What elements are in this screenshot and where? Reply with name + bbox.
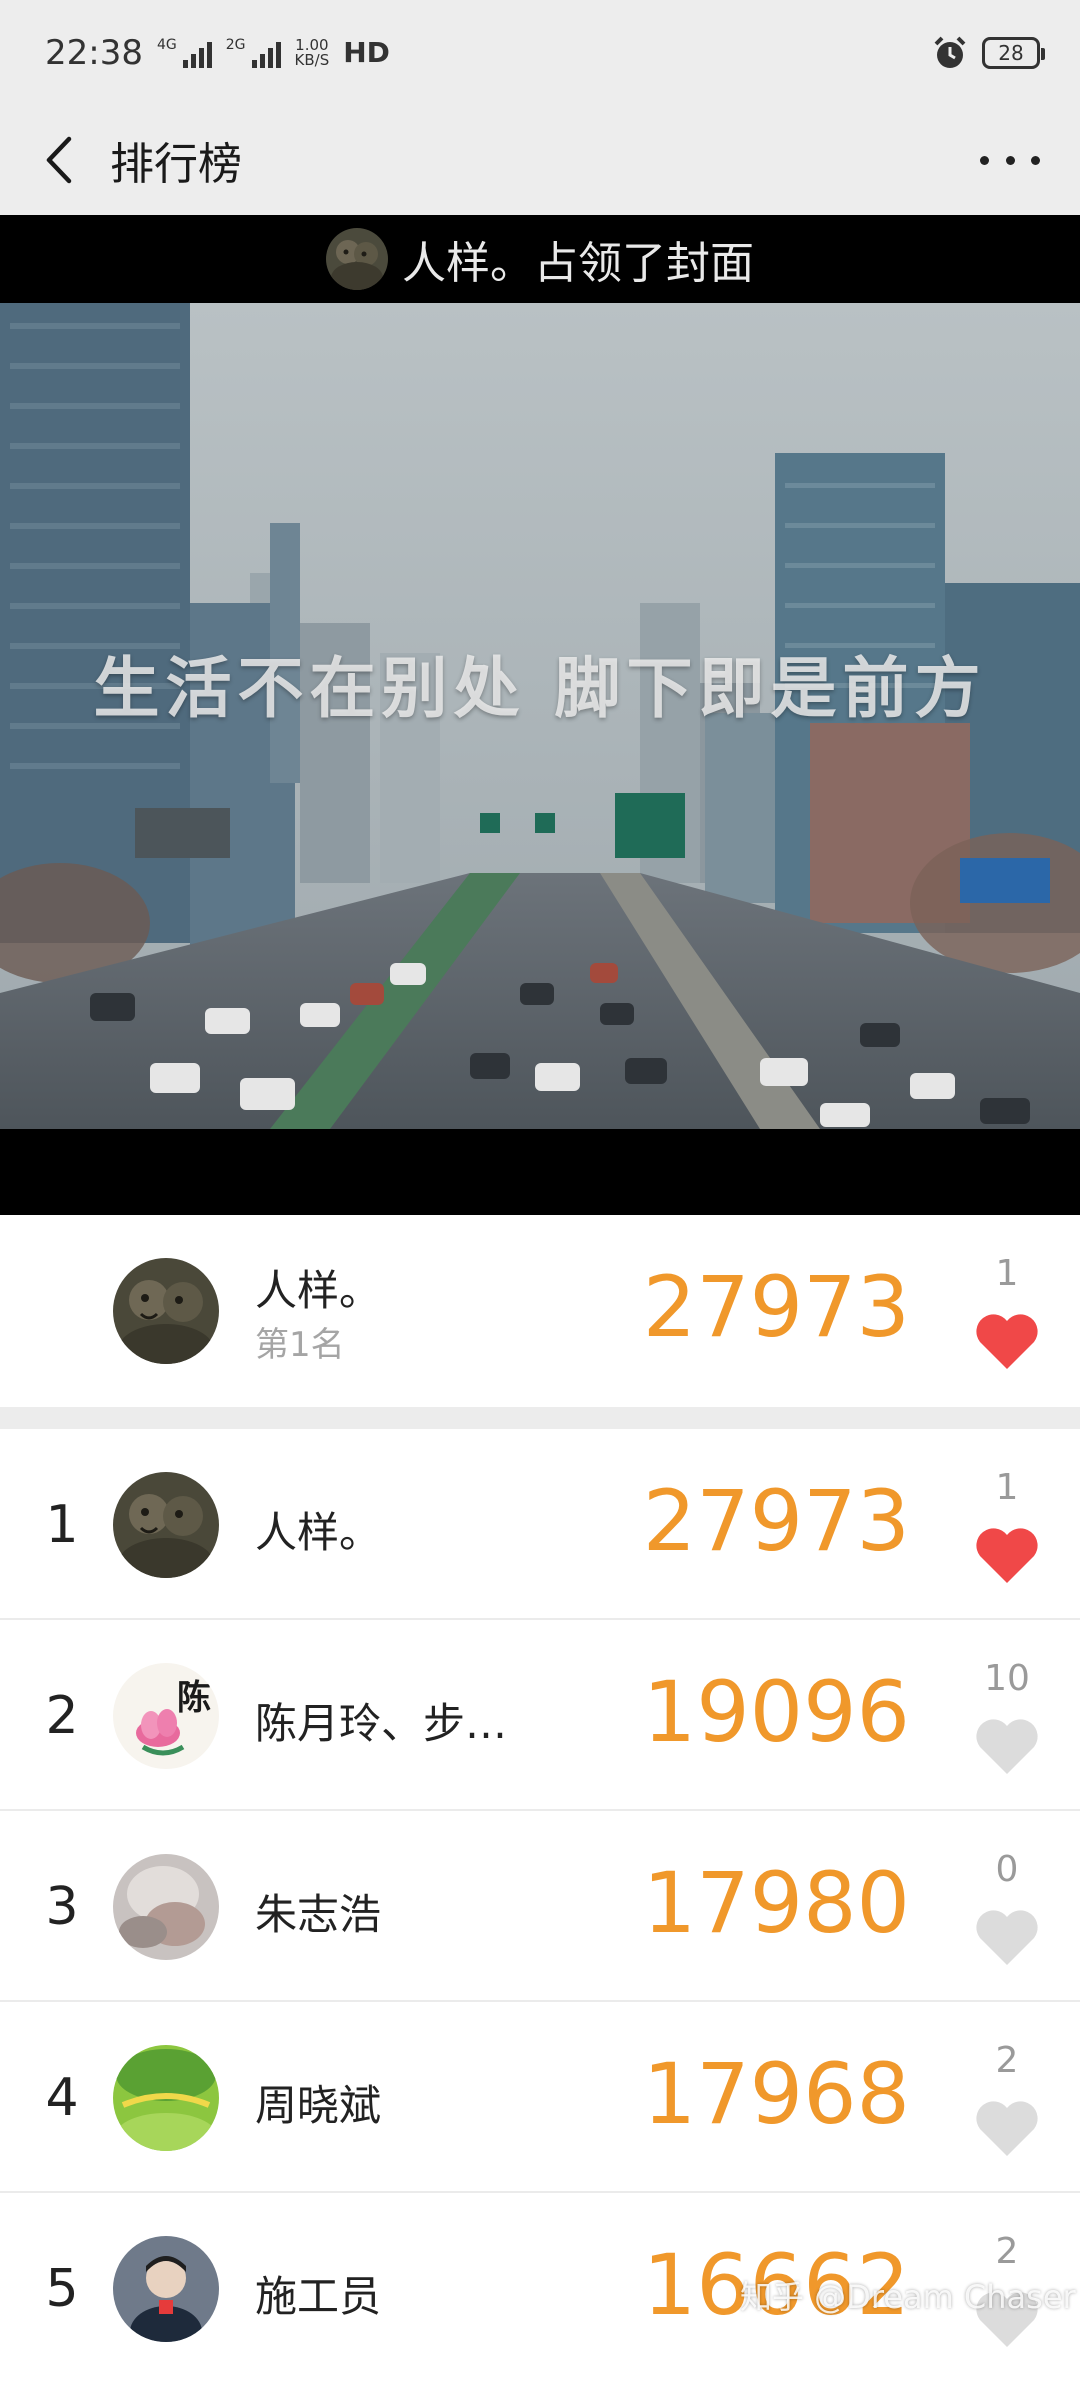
avatar[interactable] [113,2045,219,2151]
app-bar: 排行榜 [0,105,1080,215]
rank-number: 4 [45,2068,79,2128]
user-name: 周晓斌 [255,2081,382,2130]
cover-caption: 生活不在别处 脚下即是前方 [93,649,987,727]
cover-header: 人样。占领了封面 [0,215,1080,303]
status-left: 22:38 4G 2G 1.00 KB/S HD [45,33,390,73]
rank-number: 5 [45,2259,79,2319]
my-like-count: 1 [995,1253,1019,1294]
ranking-row[interactable]: 3 朱志浩 17980 0 [0,1811,1080,2002]
signal-4g-label: 4G [156,36,177,53]
alarm-icon [934,36,966,68]
back-icon[interactable] [28,130,88,190]
heart-icon[interactable] [972,1716,1042,1778]
user-name: 人样。 [255,1508,382,1557]
ranking-row[interactable]: 4 周晓斌 17968 2 [0,2002,1080,2193]
heart-icon[interactable] [972,2098,1042,2160]
heart-icon[interactable] [972,1907,1042,1969]
page-title: 排行榜 [110,139,242,190]
user-name: 陈月玲、步… [255,1699,508,1748]
signal-2g-label: 2G [225,36,246,53]
heart-icon[interactable] [972,1525,1042,1587]
more-options-icon[interactable] [980,135,1040,185]
signal-4g-icon: 4G [157,38,212,68]
my-rank-card[interactable]: 人样。 第1名 27973 1 [0,1215,1080,1407]
rank-number: 1 [45,1495,79,1555]
avatar[interactable] [113,2236,219,2342]
my-rank-label: 第1名 [255,1325,345,1365]
like-count: 10 [984,1658,1030,1699]
net-speed: 1.00 KB/S [294,37,330,69]
status-bar: 22:38 4G 2G 1.00 KB/S HD 28 [0,0,1080,105]
score: 19096 [642,1663,910,1761]
my-name: 人样。 [255,1266,382,1315]
heart-icon[interactable] [972,1311,1042,1373]
battery-level: 28 [998,40,1024,65]
rank-number: 3 [45,1877,79,1937]
score: 17968 [642,2045,910,2143]
rank-number: 2 [45,1686,79,1746]
ranking-row[interactable]: 2 陈 陈月玲、步… 19096 10 [0,1620,1080,1811]
like-count: 2 [995,2040,1019,2081]
cover-image[interactable]: 人样。占领了封面 生活不在别处 脚下即是前方 [0,215,1080,1215]
avatar[interactable] [113,1472,219,1578]
cover-owner-text: 人样。占领了封面 [402,238,754,289]
cover-avatar [326,228,388,290]
score: 27973 [642,1472,910,1570]
status-time: 22:38 [45,32,143,73]
user-name: 施工员 [255,2272,382,2321]
battery-icon: 28 [982,36,1045,69]
watermark: 知乎 @Dream Chaser [740,2278,1076,2316]
ranking-row[interactable]: 1 人样。 27973 1 [0,1429,1080,1620]
hd-icon: HD [343,36,390,69]
my-score: 27973 [642,1258,910,1356]
like-count: 0 [995,1849,1019,1890]
avatar[interactable] [113,1854,219,1960]
signal-2g-icon: 2G [226,38,281,68]
svg-text:陈: 陈 [177,1678,211,1718]
avatar[interactable]: 陈 [113,1663,219,1769]
like-count: 2 [995,2231,1019,2272]
net-speed-unit: KB/S [294,50,330,69]
like-count: 1 [995,1467,1019,1508]
avatar [113,1258,219,1364]
user-name: 朱志浩 [255,1890,382,1939]
section-divider [0,1407,1080,1429]
status-right: 28 [932,35,1045,71]
score: 17980 [642,1854,910,1952]
